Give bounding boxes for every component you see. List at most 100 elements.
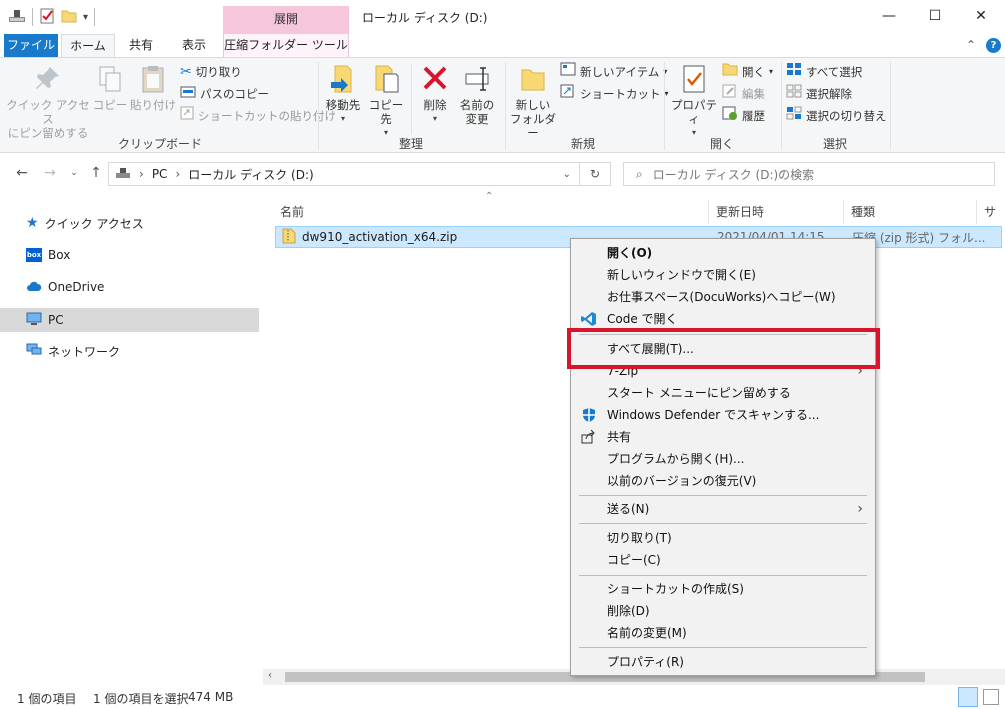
edit-button[interactable]: 編集 — [722, 84, 765, 104]
context-menu: 開く(O) 新しいウィンドウで開く(E) お仕事スペース(DocuWorks)へ… — [570, 238, 876, 676]
address-bar[interactable]: › PC › ローカル ディスク (D:) ⌄ — [108, 162, 580, 186]
menu-item-open-with[interactable]: プログラムから開く(H)... — [573, 448, 873, 470]
large-icons-view-icon[interactable] — [983, 689, 999, 705]
menu-item-delete[interactable]: 削除(D) — [573, 600, 873, 622]
shortcut-button[interactable]: ショートカット ▾ — [560, 84, 669, 104]
menu-item-send-to[interactable]: 送る(N) › — [573, 498, 873, 520]
scroll-left-icon[interactable]: ‹ — [268, 670, 272, 681]
paste-button[interactable]: 貼り付け — [130, 64, 176, 112]
menu-item-open-with-code[interactable]: Code で開く — [573, 308, 873, 330]
column-header-name[interactable]: 名前 — [280, 200, 304, 224]
title-bar: ▾ 展開 ローカル ディスク (D:) — ☐ ✕ — [0, 0, 1005, 34]
delete-icon — [421, 64, 449, 94]
menu-item-restore-previous[interactable]: 以前のバージョンの復元(V) — [573, 470, 873, 492]
submenu-arrow-icon: › — [857, 501, 863, 517]
tab-compressed-folder-tools[interactable]: 圧縮フォルダー ツール — [223, 34, 349, 58]
help-icon[interactable]: ? — [986, 38, 1001, 53]
scissors-icon: ✂ — [180, 64, 192, 80]
back-button[interactable]: ← — [12, 163, 32, 183]
menu-item-cut[interactable]: 切り取り(T) — [573, 527, 873, 549]
select-none-button[interactable]: 選択解除 — [786, 84, 852, 104]
paste-shortcut-button[interactable]: ショートカットの貼り付け — [180, 106, 336, 126]
copy-path-button[interactable]: パスのコピー — [180, 84, 269, 104]
column-header-size[interactable]: サイ — [984, 200, 1005, 243]
column-separator[interactable] — [976, 200, 977, 224]
tab-share[interactable]: 共有 — [116, 34, 166, 58]
nav-item-pc[interactable]: PC — [0, 308, 259, 332]
history-button[interactable]: 履歴 — [722, 106, 765, 126]
customize-qat-icon[interactable]: ▾ — [83, 12, 88, 23]
open-button[interactable]: 開く ▾ — [722, 62, 773, 82]
menu-item-create-shortcut[interactable]: ショートカットの作成(S) — [573, 578, 873, 600]
invert-selection-button[interactable]: 選択の切り替え — [786, 106, 887, 126]
tab-file[interactable]: ファイル — [4, 34, 58, 58]
window-title: ローカル ディスク (D:) — [362, 11, 488, 25]
open-icon — [722, 62, 738, 82]
menu-item-open-new-window[interactable]: 新しいウィンドウで開く(E) — [573, 264, 873, 286]
menu-item-copy-to-docuworks[interactable]: お仕事スペース(DocuWorks)へコピー(W) — [573, 286, 873, 308]
search-box[interactable]: ⌕ ローカル ディスク (D:)の検索 — [623, 162, 995, 186]
menu-item-open[interactable]: 開く(O) — [573, 242, 873, 264]
breadcrumb-drive[interactable]: ローカル ディスク (D:) — [188, 166, 313, 183]
menu-item-pin-to-start[interactable]: スタート メニューにピン留めする — [573, 382, 873, 404]
refresh-button[interactable]: ↻ — [580, 162, 611, 186]
properties-icon[interactable] — [39, 8, 55, 27]
recent-locations-button[interactable]: ⌄ — [64, 163, 84, 183]
paste-shortcut-label: ショートカットの貼り付け — [198, 109, 336, 123]
column-separator[interactable] — [843, 200, 844, 224]
drive-icon[interactable] — [8, 8, 26, 27]
details-view-icon[interactable] — [958, 687, 978, 707]
rename-button[interactable]: 名前の 変更 — [456, 64, 498, 126]
nav-item-label: クイック アクセス — [44, 216, 144, 231]
menu-item-label: 共有 — [607, 430, 632, 444]
breadcrumb-separator-icon: › — [175, 167, 181, 181]
select-none-icon — [786, 84, 802, 104]
column-separator[interactable] — [708, 200, 709, 224]
context-tab-group-label: 展開 — [223, 6, 349, 34]
tab-home[interactable]: ホーム — [61, 34, 115, 58]
menu-item-defender-scan[interactable]: Windows Defender でスキャンする... — [573, 404, 873, 426]
navigation-pane: ★ クイック アクセス box Box OneDrive PC ネットワーク — [0, 195, 262, 685]
select-group-label: 選択 — [822, 137, 847, 151]
forward-button[interactable]: → — [40, 163, 60, 183]
copy-button[interactable]: コピー — [92, 64, 128, 112]
new-item-label: 新しいアイテム — [580, 65, 660, 79]
new-item-button[interactable]: 新しいアイテム ▾ — [560, 62, 667, 82]
tab-view[interactable]: 表示 — [168, 34, 220, 58]
up-button[interactable]: ↑ — [86, 163, 106, 183]
address-dropdown-icon[interactable]: ⌄ — [563, 169, 571, 180]
breadcrumb-pc[interactable]: PC — [152, 167, 168, 181]
search-icon: ⌕ — [636, 166, 643, 181]
column-header-modified[interactable]: 更新日時 — [716, 200, 764, 224]
paste-shortcut-icon — [180, 106, 194, 126]
maximize-button[interactable]: ☐ — [912, 0, 958, 32]
copy-icon — [96, 64, 124, 94]
menu-separator — [579, 647, 867, 648]
move-to-button[interactable]: 移動先 ▾ — [322, 64, 364, 126]
ribbon-separator — [890, 62, 891, 150]
open-dropdown-icon: ▾ — [769, 67, 774, 76]
new-folder-icon[interactable] — [61, 8, 77, 27]
delete-button[interactable]: 削除 ▾ — [416, 64, 454, 126]
copy-to-button[interactable]: コピー先 ▾ — [364, 64, 408, 140]
properties-button[interactable]: プロパティ ▾ — [668, 64, 720, 140]
copy-to-label: コピー先 — [368, 98, 404, 126]
new-item-icon — [560, 62, 576, 82]
menu-item-properties[interactable]: プロパティ(R) — [573, 651, 873, 673]
new-folder-button[interactable]: 新しい フォルダー — [508, 64, 558, 140]
pin-to-quick-access-button[interactable]: クイック アクセス にピン留めする — [6, 64, 90, 140]
nav-item-onedrive[interactable]: OneDrive — [0, 275, 259, 299]
nav-item-quick-access[interactable]: ★ クイック アクセス — [0, 211, 259, 235]
menu-item-rename[interactable]: 名前の変更(M) — [573, 622, 873, 644]
menu-item-copy[interactable]: コピー(C) — [573, 549, 873, 571]
minimize-button[interactable]: — — [866, 0, 912, 32]
collapse-ribbon-icon[interactable]: ⌃ — [966, 38, 976, 52]
maximize-icon: ☐ — [928, 8, 942, 24]
nav-item-network[interactable]: ネットワーク — [0, 339, 259, 363]
column-header-type[interactable]: 種類 — [851, 200, 875, 224]
nav-item-box[interactable]: box Box — [0, 243, 259, 267]
menu-item-share[interactable]: 共有 — [573, 426, 873, 448]
close-button[interactable]: ✕ — [958, 0, 1004, 32]
select-all-button[interactable]: すべて選択 — [786, 62, 862, 82]
cut-button[interactable]: ✂ 切り取り — [180, 62, 242, 82]
